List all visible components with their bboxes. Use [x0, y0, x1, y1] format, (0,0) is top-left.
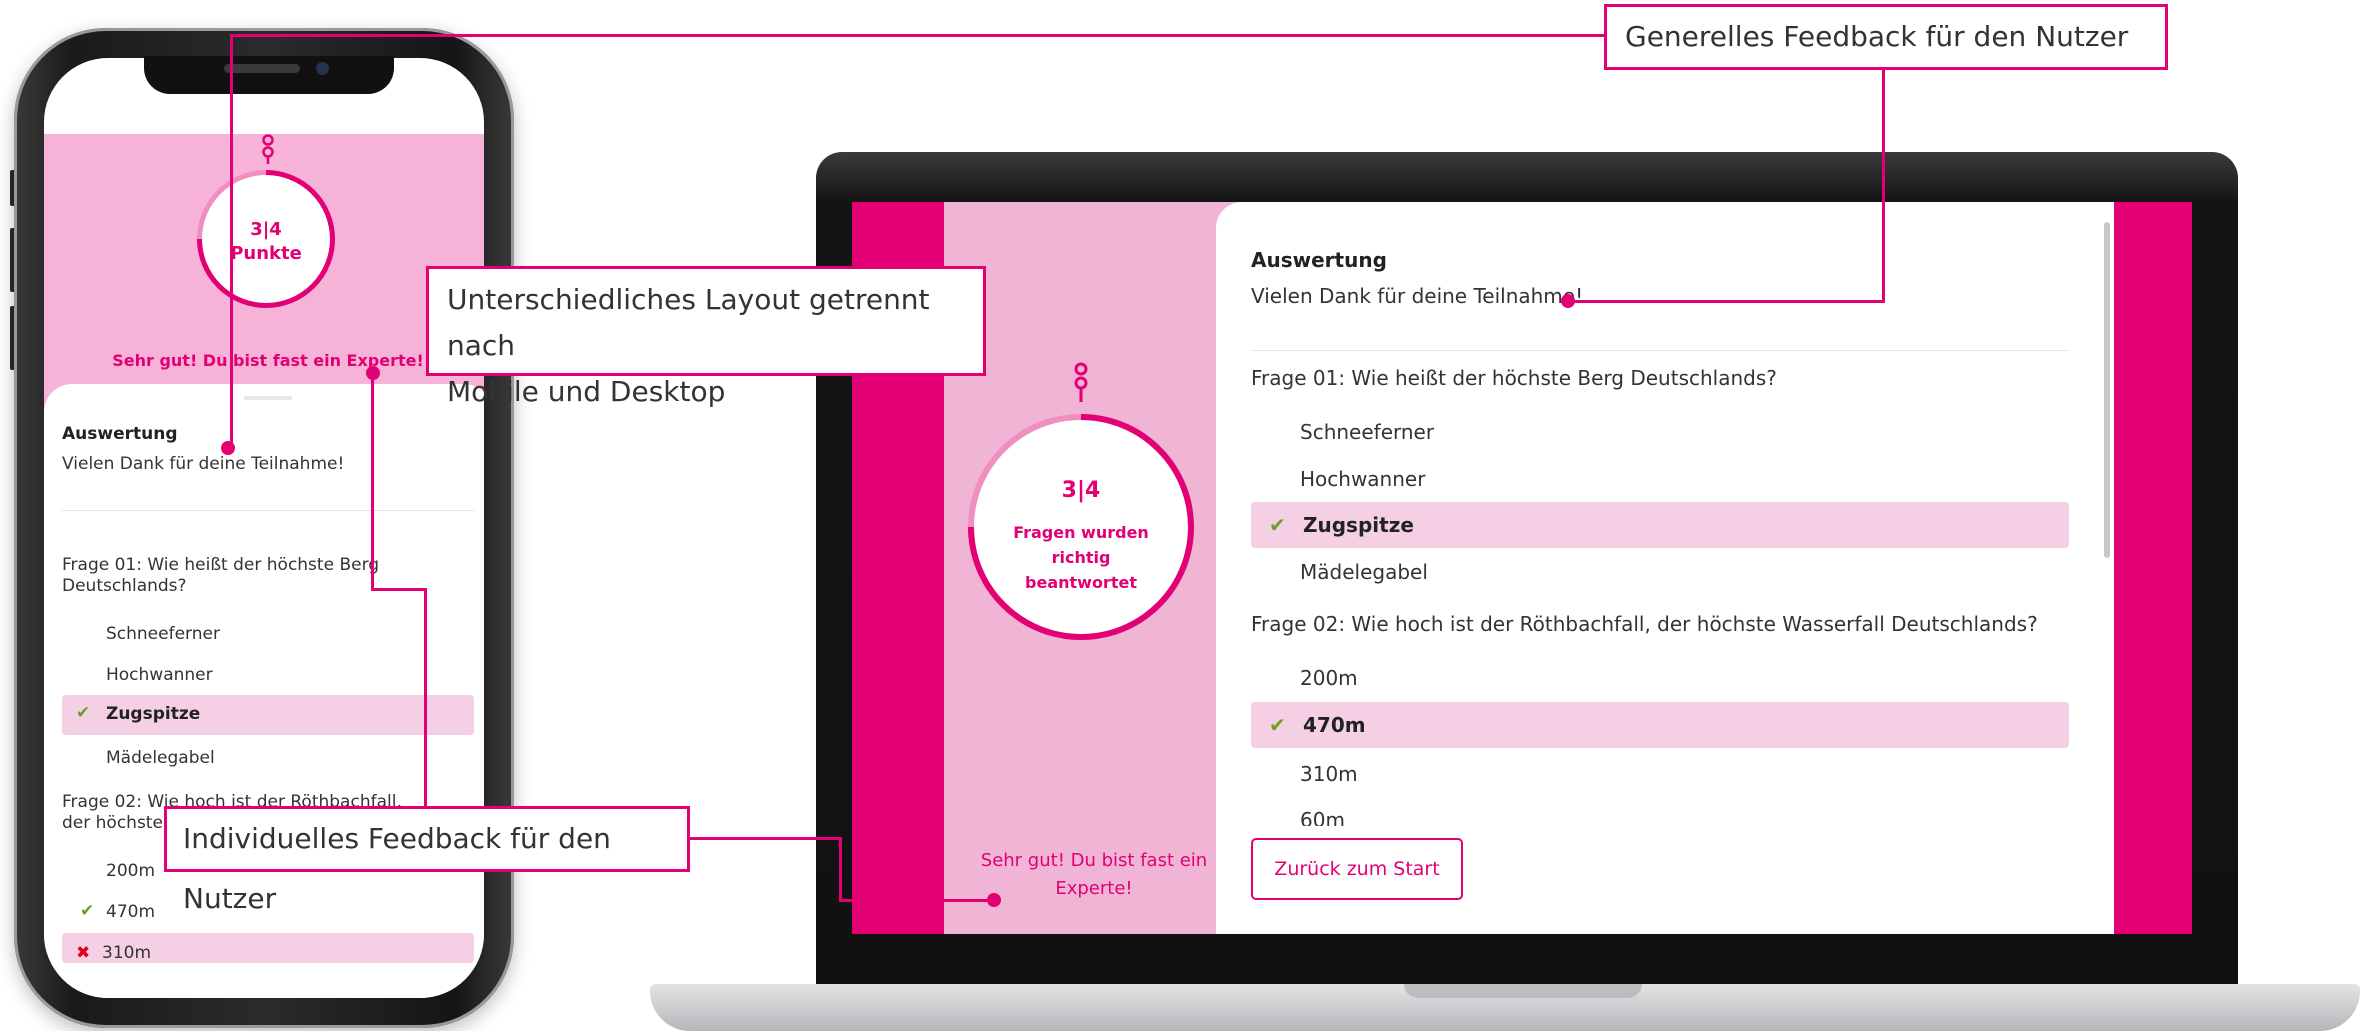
desktop-q1-answer-1: Schneeferner [1300, 420, 1435, 444]
key-pin-icon [1074, 362, 1088, 402]
desktop-q1-answer-2: Hochwanner [1300, 467, 1426, 491]
mobile-bottom-safe-area [44, 963, 484, 998]
phone-notch [144, 56, 394, 94]
callout-line-individual-desktop-across [690, 837, 842, 840]
callout-line-individual-mobile-down [371, 372, 374, 590]
callout-dot-desktop-individual [987, 893, 1001, 907]
mobile-q1-answer-2: Hochwanner [106, 665, 213, 685]
mobile-q1-answer-3-label: Zugspitze [106, 704, 201, 724]
callout-line-individual-desktop-down [839, 837, 842, 902]
check-icon: ✔ [76, 703, 91, 723]
callout-dot-mobile-general [221, 441, 235, 455]
desktop-result-heading: Auswertung [1251, 248, 1387, 272]
desktop-q2-answer-2-label: 470m [1303, 713, 1366, 737]
mobile-result-heading: Auswertung [62, 424, 178, 444]
desktop-question-1: Frage 01: Wie heißt der höchste Berg Deu… [1251, 366, 1777, 390]
mobile-divider [62, 510, 474, 511]
mobile-sheet-handle[interactable] [244, 396, 292, 400]
desktop-score-label: Fragen wurden richtig beantwortet [1013, 523, 1149, 592]
mobile-score-text: 3|4 Punkte [197, 218, 335, 266]
check-icon: ✔ [80, 901, 95, 921]
callout-general-feedback: Generelles Feedback für den Nutzer [1604, 4, 2168, 70]
callout-layout-line-2: Mobile und Desktop [447, 375, 726, 408]
mobile-q2-answer-3-label: 310m [102, 943, 152, 963]
callout-line-individual-mobile-down2 [424, 588, 427, 806]
mobile-question-1: Frage 01: Wie heißt der höchste Berg Deu… [62, 555, 380, 596]
callout-dot-desktop-general [1561, 294, 1575, 308]
callout-individual-feedback: Individuelles Feedback für den Nutzer [164, 806, 690, 915]
desktop-q2-answer-4: 60m [1300, 808, 1345, 826]
desktop-q1-answer-3-label: Zugspitze [1303, 513, 1414, 537]
callout-line-individual-mobile-across [371, 588, 427, 591]
cross-icon: ✖ [76, 943, 91, 963]
callout-layout: Unterschiedliches Layout getrennt nach M… [426, 266, 986, 408]
desktop-scrollbar[interactable] [2104, 222, 2110, 558]
check-icon: ✔ [1269, 713, 1286, 737]
callout-line-general-top [232, 34, 1604, 37]
back-to-start-button[interactable]: Zurück zum Start [1251, 838, 1463, 900]
mobile-q2-answer-1: 200m [106, 861, 156, 881]
phone-speaker [224, 64, 300, 73]
phone-camera [316, 62, 329, 75]
callout-layout-line-1: Unterschiedliches Layout getrennt nach [447, 283, 930, 362]
mobile-q2-answer-3-wrong: ✖ 310m [62, 933, 474, 963]
callout-line-general-phone-down [230, 34, 233, 448]
desktop-q2-answer-1: 200m [1300, 666, 1358, 690]
desktop-question-2: Frage 02: Wie hoch ist der Röthbachfall,… [1251, 612, 2038, 636]
desktop-q2-answer-3: 310m [1300, 762, 1358, 786]
key-pin-icon [262, 134, 274, 164]
mobile-individual-feedback: Sehr gut! Du bist fast ein Experte! [112, 351, 424, 370]
desktop-q1-answer-3-correct: ✔ Zugspitze [1251, 502, 2069, 548]
desktop-q1-answer-4: Mädelegabel [1300, 560, 1428, 584]
desktop-general-feedback: Vielen Dank für deine Teilnahme! [1251, 284, 1584, 308]
desktop-score-value: 3|4 [1061, 478, 1101, 503]
laptop-screen: 3|4 Fragen wurden richtig beantwortet Se… [852, 202, 2192, 934]
desktop-q2-answer-2-correct: ✔ 470m [1251, 702, 2069, 748]
callout-line-general-laptop-across [1568, 300, 1885, 303]
mobile-q1-answer-4: Mädelegabel [106, 748, 215, 768]
mobile-score-label: Punkte [230, 243, 302, 264]
mobile-q1-answer-1: Schneeferner [106, 624, 220, 644]
mobile-general-feedback: Vielen Dank für deine Teilnahme! [62, 454, 345, 474]
callout-line-individual-desktop-across2 [839, 899, 989, 902]
mobile-q2-answer-2: 470m [106, 902, 156, 922]
mobile-q1-answer-3-correct: ✔ Zugspitze [62, 695, 474, 735]
check-icon: ✔ [1269, 513, 1286, 537]
mobile-score-value: 3|4 [250, 219, 282, 240]
callout-line-general-laptop-down [1882, 70, 1885, 302]
desktop-divider [1251, 350, 2069, 351]
laptop-hinge-notch [1404, 984, 1642, 998]
